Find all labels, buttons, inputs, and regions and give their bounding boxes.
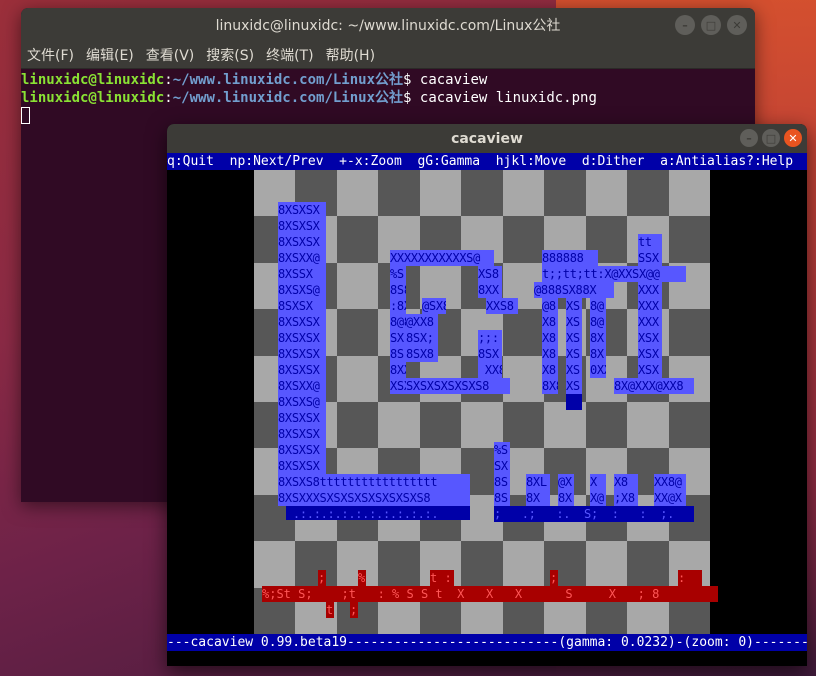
ascii-glyph-block: @8 X8 X8 X8 X8 8X8 xyxy=(542,298,558,394)
ascii-red-row: t : xyxy=(430,570,454,586)
ascii-red-row: %;St S; ;t : % S S t X X X S X ; 8 xyxy=(262,586,718,602)
ascii-glyph-block: XXXXXXXXXXXS@ xyxy=(390,250,494,266)
text-cursor xyxy=(21,107,30,124)
ascii-red-row: : xyxy=(678,570,702,586)
ascii-glyph-block: SXSXSXSXSXS8 xyxy=(406,378,510,394)
ascii-glyph-block: 8XSXSX 8XSXSX 8XSXSX 8XSXX@ 8XSSX 8XSXS@… xyxy=(278,202,326,474)
prompt-command: $ cacaview xyxy=(403,72,488,88)
ascii-red-row: t xyxy=(326,602,334,618)
ascii-glyph-block: 8X@XXX@XX8 xyxy=(614,378,694,394)
menu-search[interactable]: 搜索(S) xyxy=(206,45,254,65)
ascii-glyph-block: 8@ 8@ 8X 8X 0XX xyxy=(590,298,606,378)
minimize-icon[interactable]: – xyxy=(740,129,758,147)
ascii-glyph-block: 888888 xyxy=(542,250,598,266)
prompt-user: linuxidc@linuxidc xyxy=(21,72,165,88)
terminal-line: linuxidc@linuxidc:~/www.linuxidc.com/Lin… xyxy=(21,90,597,106)
cacaview-window-controls: – □ ✕ xyxy=(740,129,802,147)
maximize-icon[interactable]: □ xyxy=(762,129,780,147)
minimize-icon[interactable]: – xyxy=(675,15,695,35)
ascii-red-row: ; xyxy=(318,570,326,586)
terminal-window-controls: – □ ✕ xyxy=(675,15,747,35)
ascii-glyph-block: XS8 8XX xyxy=(478,266,502,298)
terminal-title: linuxidc@linuxidc: ~/www.linuxidc.com/Li… xyxy=(215,18,561,34)
prompt-user: linuxidc@linuxidc xyxy=(21,90,165,106)
prompt-path: ~/www.linuxidc.com/Linux公社 xyxy=(172,90,404,106)
close-icon[interactable]: ✕ xyxy=(727,15,747,35)
prompt-path: ~/www.linuxidc.com/Linux公社 xyxy=(172,72,404,88)
ascii-glyph-block: t;;tt;tt:X@XXSX@@ xyxy=(542,266,686,282)
ascii-red-row: % xyxy=(358,570,366,586)
ascii-glyph-block: @X 8X xyxy=(558,474,574,506)
ascii-logo-overlay: 8XSXSX 8XSXSX 8XSXSX 8XSXX@ 8XSSX 8XSXS@… xyxy=(254,170,718,634)
maximize-icon[interactable]: □ xyxy=(701,15,721,35)
cacaview-titlebar[interactable]: cacaview – □ ✕ xyxy=(167,124,807,153)
cacaview-help-bar: q:Quit np:Next/Prev +-x:Zoom gG:Gamma hj… xyxy=(167,153,807,170)
cacaview-title: cacaview xyxy=(451,130,523,147)
cacaview-status-bar: ---cacaview 0.99.beta19-----------------… xyxy=(167,634,807,651)
ascii-glyph-block: ;;: 8SX XX8 xyxy=(478,330,502,378)
terminal-line: linuxidc@linuxidc:~/www.linuxidc.com/Lin… xyxy=(21,72,488,88)
menu-help[interactable]: 帮助(H) xyxy=(326,45,375,65)
close-icon[interactable]: ✕ xyxy=(784,129,802,147)
cacaview-window[interactable]: cacaview – □ ✕ q:Quit np:Next/Prev +-x:Z… xyxy=(167,124,807,666)
ascii-glyph-block: X X@ xyxy=(590,474,606,506)
ascii-glyph-block: %S SX 8S 8S xyxy=(494,442,510,506)
menu-terminal[interactable]: 终端(T) xyxy=(266,45,313,65)
ascii-glyph-block: 8XL 8X xyxy=(526,474,550,506)
ascii-glyph-block: XX8@ XX@X xyxy=(654,474,686,506)
ascii-glyph-block: ; .; :. S; : : ;. xyxy=(494,506,694,522)
terminal-titlebar[interactable]: linuxidc@linuxidc: ~/www.linuxidc.com/Li… xyxy=(21,8,755,42)
ascii-red-row: ; xyxy=(550,570,558,586)
menu-edit[interactable]: 编辑(E) xyxy=(86,45,134,65)
terminal-output[interactable]: linuxidc@linuxidc:~/www.linuxidc.com/Lin… xyxy=(21,69,755,126)
ascii-image-canvas: 8XSXSX 8XSXSX 8XSXSX 8XSXX@ 8XSSX 8XSXS@… xyxy=(254,170,718,634)
ascii-glyph-block: %S 8S8 :8X 8@8 SX; 8S; 8XX% XSX xyxy=(390,266,406,394)
ascii-glyph-block: XXX XXX XXX XSX XSX XSX xyxy=(638,282,662,378)
ascii-glyph-block: XS XS XS XS XS XS xyxy=(566,298,582,394)
menu-view[interactable]: 查看(V) xyxy=(146,45,195,65)
ascii-glyph-block: @SX8 xyxy=(422,298,446,314)
menu-file[interactable]: 文件(F) xyxy=(27,45,74,65)
ascii-glyph-block: @888SX88X xyxy=(534,282,614,298)
ascii-glyph-block: XXS8 xyxy=(486,298,518,314)
ascii-glyph-block xyxy=(566,394,582,410)
terminal-menubar: 文件(F) 编辑(E) 查看(V) 搜索(S) 终端(T) 帮助(H) xyxy=(21,42,755,69)
ascii-glyph-block: X8 ;X8 xyxy=(614,474,638,506)
ascii-red-row: ; xyxy=(350,602,358,618)
prompt-command: $ cacaview linuxidc.png xyxy=(403,90,597,106)
ascii-glyph-block: .:.:.:.:.:.:.:.:.:.:. xyxy=(286,506,470,520)
ascii-glyph-block: 8XSXS8ttttttttttttttttt 8XSXXXSXSXSXSXSX… xyxy=(278,474,470,506)
ascii-glyph-block: @XX8 8SX; 8SX8 xyxy=(406,314,438,362)
ascii-glyph-block: tt SSX xyxy=(638,234,662,266)
